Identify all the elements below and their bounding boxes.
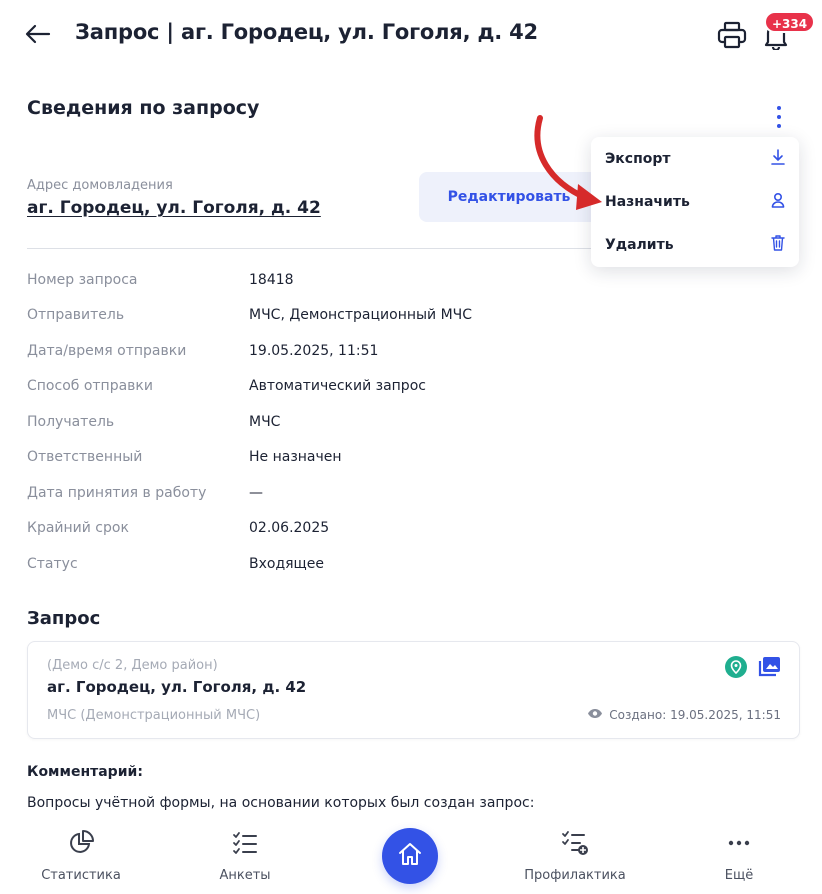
request-subtitle: (Демо с/с 2, Демо район) (47, 658, 218, 673)
address-link[interactable]: аг. Городец, ул. Гоголя, д. 42 (27, 198, 321, 218)
detail-row: Ответственный Не назначен (27, 440, 797, 476)
detail-label: Дата/время отправки (27, 342, 187, 359)
detail-label: Способ отправки (27, 378, 153, 395)
bottom-navigation: Статистика Анкеты Профилактика Ещё (0, 818, 822, 894)
detail-value: Автоматический запрос (249, 378, 426, 395)
detail-label: Крайний срок (27, 520, 129, 537)
detail-value: 19.05.2025, 11:51 (249, 342, 379, 359)
divider (27, 248, 607, 249)
detail-row: Статус Входящее (27, 546, 797, 582)
request-sender: МЧС (Демонстрационный МЧС) (47, 708, 261, 723)
detail-value: — (249, 484, 263, 501)
comment-label: Комментарий: (27, 764, 143, 780)
detail-row: Номер запроса 18418 (27, 262, 797, 298)
address-label: Адрес домовладения (27, 178, 173, 193)
nav-item-forms[interactable]: Анкеты (185, 830, 305, 883)
detail-label: Дата принятия в работу (27, 484, 207, 501)
menu-item-export[interactable]: Экспорт (591, 139, 799, 179)
detail-label: Ответственный (27, 449, 143, 466)
detail-label: Статус (27, 555, 78, 572)
kebab-menu-icon[interactable] (768, 104, 790, 130)
detail-value: 18418 (249, 271, 294, 288)
printer-icon[interactable] (714, 18, 750, 52)
nav-label: Ещё (724, 868, 754, 883)
detail-value: Входящее (249, 555, 324, 572)
map-pin-icon[interactable] (725, 656, 747, 678)
detail-value: Не назначен (249, 449, 342, 466)
context-menu: Экспорт Назначить Удалить (591, 137, 799, 267)
menu-item-delete[interactable]: Удалить (591, 225, 799, 265)
nav-item-statistics[interactable]: Статистика (21, 830, 141, 883)
detail-label: Отправитель (27, 307, 125, 324)
nav-label: Анкеты (219, 868, 271, 883)
detail-value: МЧС, Демонстрационный МЧС (249, 307, 473, 324)
home-icon (397, 841, 423, 871)
menu-item-assign[interactable]: Назначить (591, 182, 799, 222)
page-title: Запрос | аг. Городец, ул. Гоголя, д. 42 (75, 20, 538, 44)
detail-row: Крайний срок 02.06.2025 (27, 511, 797, 547)
annotation-arrow-icon (534, 115, 602, 210)
detail-row: Способ отправки Автоматический запрос (27, 369, 797, 405)
back-arrow-icon[interactable] (22, 18, 54, 50)
request-created: Создано: 19.05.2025, 11:51 (587, 708, 781, 722)
detail-value: МЧС (249, 413, 281, 430)
details-list: Номер запроса 18418 Отправитель МЧС, Демон… (27, 262, 797, 582)
top-bar: Запрос | аг. Городец, ул. Гоголя, д. 42 … (0, 0, 822, 70)
photo-gallery-icon[interactable] (757, 655, 781, 679)
detail-row: Отправитель МЧС, Демонстрационный МЧС (27, 298, 797, 334)
eye-icon (587, 708, 603, 722)
checklist-icon (232, 830, 258, 860)
detail-label: Номер запроса (27, 271, 138, 288)
section-title-details: Сведения по запросу (27, 97, 260, 119)
detail-row: Дата/время отправки 19.05.2025, 11:51 (27, 333, 797, 369)
notification-badge: +334 (764, 11, 816, 33)
nav-item-more[interactable]: Ещё (679, 830, 799, 883)
nav-label: Статистика (41, 868, 121, 883)
section-title-request: Запрос (27, 608, 101, 629)
detail-row: Дата принятия в работу — (27, 475, 797, 511)
menu-item-label: Удалить (605, 237, 674, 253)
checklist-add-icon (561, 830, 589, 860)
nav-label: Профилактика (524, 868, 626, 883)
detail-label: Получатель (27, 413, 115, 430)
detail-value: 02.06.2025 (249, 520, 330, 537)
trash-icon (771, 235, 785, 255)
request-created-text: Создано: 19.05.2025, 11:51 (609, 708, 781, 722)
request-address: аг. Городец, ул. Гоголя, д. 42 (47, 678, 307, 696)
download-icon (771, 149, 785, 169)
detail-row: Получатель МЧС (27, 404, 797, 440)
home-button[interactable] (382, 828, 438, 884)
comment-text: Вопросы учётной формы, на основании кото… (27, 795, 535, 811)
more-icon (726, 830, 752, 860)
request-card[interactable]: (Демо с/с 2, Демо район) аг. Городец, ул… (27, 641, 800, 739)
pie-chart-icon (68, 830, 94, 860)
nav-item-prevention[interactable]: Профилактика (515, 830, 635, 883)
user-icon (771, 192, 785, 212)
